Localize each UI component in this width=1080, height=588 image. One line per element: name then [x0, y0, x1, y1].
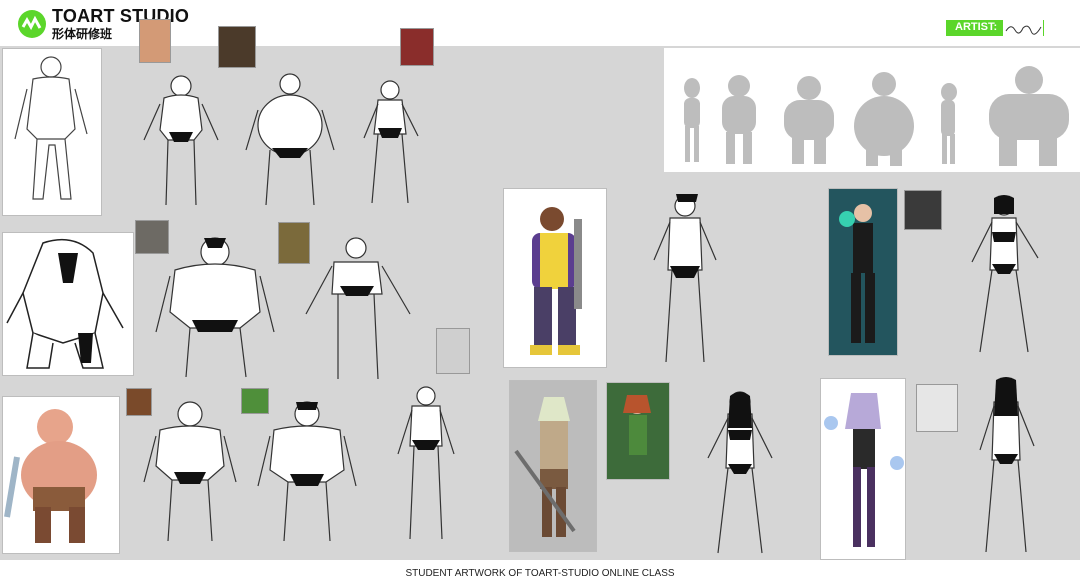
reference-color-1 — [2, 396, 120, 554]
figure-drawing-1 — [136, 70, 226, 210]
silhouette-panel — [664, 48, 1080, 172]
reference-color-3 — [509, 380, 597, 552]
reference-sketch-2 — [2, 232, 134, 376]
figure-drawing-2 — [240, 70, 340, 210]
figure-drawing-9 — [640, 190, 730, 370]
thumbnail-head-6 — [436, 328, 470, 374]
figure-drawing-11 — [958, 192, 1048, 358]
footer-caption: STUDENT ARTWORK OF TOART-STUDIO ONLINE C… — [405, 568, 675, 579]
figure-drawing-10 — [692, 388, 788, 558]
figure-drawing-7 — [254, 396, 360, 546]
reference-color-6 — [820, 378, 906, 560]
reference-color-5 — [828, 188, 898, 356]
figure-drawing-12 — [964, 376, 1048, 558]
artist-label: ARTIST: — [955, 21, 998, 33]
logo-icon — [18, 10, 46, 38]
artist-signature — [1003, 20, 1043, 36]
figure-drawing-3 — [352, 78, 428, 208]
thumbnail-head-10 — [916, 384, 958, 432]
thumbnail-head-1 — [139, 19, 171, 63]
thumbnail-head-9 — [904, 190, 942, 230]
figure-drawing-6 — [138, 396, 242, 546]
figure-drawing-5 — [298, 234, 416, 384]
reference-color-2 — [503, 188, 607, 368]
reference-color-4 — [606, 382, 670, 480]
thumbnail-head-3 — [400, 28, 434, 66]
thumbnail-head-2 — [218, 26, 256, 68]
brand-subtitle: 形体研修班 — [52, 27, 113, 41]
figure-drawing-4 — [150, 232, 280, 382]
figure-drawing-8 — [386, 384, 466, 544]
reference-sketch-1 — [2, 48, 102, 216]
